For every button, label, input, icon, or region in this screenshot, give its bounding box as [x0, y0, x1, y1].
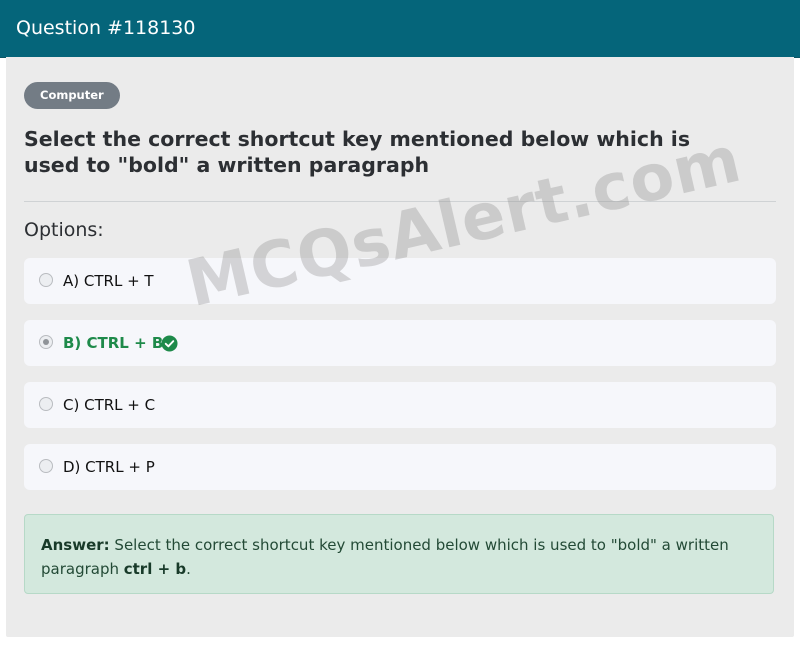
answer-suffix: . — [186, 560, 191, 578]
option-a[interactable]: A) CTRL + T — [24, 258, 776, 304]
answer-box: Answer: Select the correct shortcut key … — [24, 514, 774, 594]
answer-prefix: Answer: — [41, 536, 110, 554]
question-number-title: Question #118130 — [16, 17, 196, 39]
option-b[interactable]: B) CTRL + B — [24, 320, 776, 366]
check-circle-icon — [161, 335, 178, 352]
options-label: Options: — [24, 219, 104, 241]
option-d-label: D) CTRL + P — [63, 458, 155, 476]
answer-text: Answer: Select the correct shortcut key … — [41, 533, 741, 581]
option-c[interactable]: C) CTRL + C — [24, 382, 776, 428]
option-d-radio[interactable] — [39, 459, 53, 473]
answer-key: ctrl + b — [123, 560, 187, 578]
option-a-label: A) CTRL + T — [63, 272, 154, 290]
option-c-radio[interactable] — [39, 397, 53, 411]
option-b-label: B) CTRL + B — [63, 334, 164, 352]
page-header: Question #118130 — [0, 0, 800, 58]
option-a-radio[interactable] — [39, 273, 53, 287]
category-badge[interactable]: Computer — [24, 82, 120, 109]
option-c-label: C) CTRL + C — [63, 396, 156, 414]
option-b-radio[interactable] — [39, 335, 53, 349]
option-d[interactable]: D) CTRL + P — [24, 444, 776, 490]
question-text: Select the correct shortcut key mentione… — [24, 127, 691, 177]
divider — [24, 201, 776, 202]
